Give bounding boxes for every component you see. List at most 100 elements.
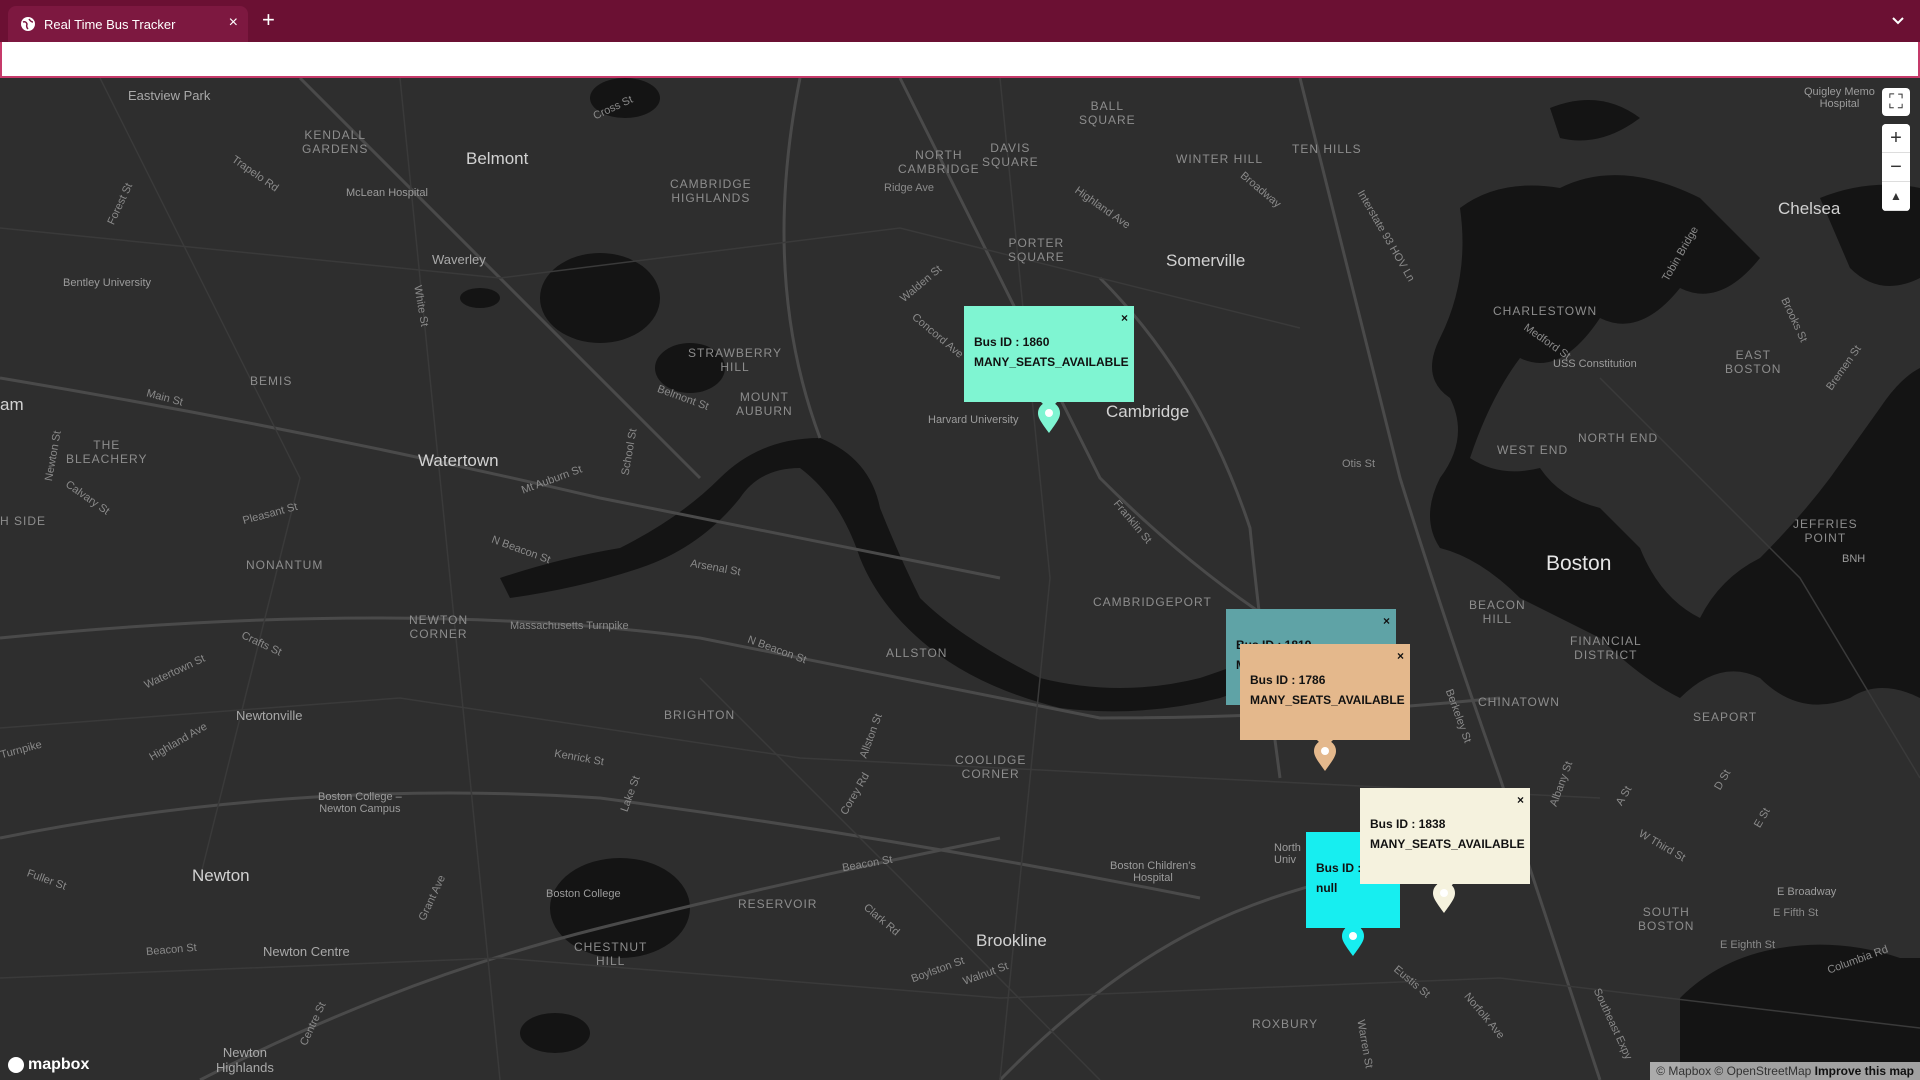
zoom-out-button[interactable]: − — [1882, 153, 1910, 182]
popup-bus-id: Bus ID : 1838 — [1370, 817, 1446, 831]
map-controls: ⛶ + − ▲ — [1882, 88, 1910, 211]
mapbox-logo-text: mapbox — [28, 1056, 90, 1073]
browser-tab[interactable]: Real Time Bus Tracker × — [8, 6, 248, 42]
mapbox-logo[interactable]: mapbox — [8, 1056, 89, 1074]
map-label-winter-hill: WINTER HILL — [1176, 152, 1264, 166]
map-label-allston: ALLSTON — [886, 646, 948, 660]
map-label-coolidge-corner: COOLIDGE CORNER — [955, 753, 1027, 781]
map-label-boston-college: Boston College — [546, 888, 621, 900]
street-label-otis-st: Otis St — [1342, 458, 1376, 470]
bus-popup-1838: × Bus ID : 1838 MANY_SEATS_AVAILABLE — [1360, 788, 1530, 892]
map-label-kendall-gardens: KENDALL GARDENS — [302, 128, 369, 156]
bus-marker-icon[interactable] — [1037, 402, 1061, 434]
mapbox-logo-icon — [8, 1057, 24, 1073]
map-label-mclean-hospital: McLean Hospital — [346, 187, 428, 199]
map-label-boston: Boston — [1546, 552, 1612, 575]
popup-status: MANY_SEATS_AVAILABLE — [1370, 837, 1525, 851]
popup-status: MANY_SEATS_AVAILABLE — [1250, 693, 1405, 707]
tab-close-icon[interactable]: × — [229, 14, 238, 32]
fullscreen-button[interactable]: ⛶ — [1882, 88, 1910, 116]
map-label-beacon-hill: BEACON HILL — [1469, 598, 1526, 626]
map-label-newton-corner: NEWTON CORNER — [409, 613, 469, 641]
map-label-newton-highlands: Newton Highlands — [216, 1045, 274, 1075]
map-label-e-fifth-st: E Fifth St — [1773, 907, 1819, 919]
attribution-text: © Mapbox © OpenStreetMap — [1656, 1064, 1812, 1078]
map-label-the-bleachery: THE BLEACHERY — [66, 438, 148, 466]
map-view[interactable]: Eastview Park KENDALL GARDENS Belmont Mc… — [0, 78, 1920, 1080]
map-label-jeffries-point: JEFFRIES POINT — [1793, 517, 1858, 545]
map-label-financial-district: FINANCIAL DISTRICT — [1570, 634, 1642, 662]
map-label-cambridge-highlands: CAMBRIDGE HIGHLANDS — [670, 177, 752, 205]
map-label-watertown: Watertown — [418, 451, 499, 470]
map-label-seaport: SEAPORT — [1693, 710, 1758, 724]
map-label-north-end: NORTH END — [1578, 431, 1659, 445]
map-label-childrens-hospital: Boston Children's Hospital — [1110, 860, 1196, 884]
popup-bus-id: Bus ID : 1860 — [974, 335, 1050, 349]
map-label-davis-square: DAVIS SQUARE — [982, 141, 1039, 169]
map-label-charlestown: CHARLESTOWN — [1493, 304, 1598, 318]
map-label-eastview-park: Eastview Park — [128, 88, 211, 103]
map-label-waverley: Waverley — [432, 252, 486, 267]
improve-map-link[interactable]: Improve this map — [1815, 1064, 1914, 1078]
popup-close-icon[interactable]: × — [1517, 790, 1524, 810]
zoom-in-button[interactable]: + — [1882, 124, 1910, 153]
map-label-newtonville: Newtonville — [236, 708, 303, 723]
url-bar[interactable] — [0, 42, 1920, 78]
map-label-south-boston: SOUTH BOSTON — [1638, 905, 1695, 933]
map-label-porter-square: PORTER SQUARE — [1008, 236, 1065, 264]
map-label-brighton: BRIGHTON — [664, 708, 736, 722]
map-label-e-eighth-st: E Eighth St — [1720, 939, 1776, 951]
map-label-somerville: Somerville — [1166, 251, 1246, 270]
map-label-north-cambridge: NORTH CAMBRIDGE — [898, 148, 980, 176]
bus-marker-icon[interactable] — [1432, 882, 1456, 914]
map-label-bentley-university: Bentley University — [63, 277, 152, 289]
tab-title: Real Time Bus Tracker — [44, 17, 176, 32]
map-label-reservoir: RESERVOIR — [738, 897, 818, 911]
street-label-mass-turnpike: Massachusetts Turnpike — [510, 620, 629, 632]
map-label-west-end: WEST END — [1497, 443, 1569, 457]
chevron-down-icon[interactable] — [1890, 12, 1906, 28]
navigation-control: + − ▲ — [1882, 124, 1910, 211]
bus-marker-icon[interactable] — [1341, 925, 1365, 957]
map-label-roxbury: ROXBURY — [1252, 1017, 1319, 1031]
popup-close-icon[interactable]: × — [1383, 611, 1390, 631]
map-label-quigley-hospital: Quigley Memo Hospital — [1804, 86, 1875, 110]
popup-bus-id: Bus ID : 1786 — [1250, 673, 1326, 687]
map-label-bemis: BEMIS — [250, 374, 293, 388]
map-label-cambridge: Cambridge — [1106, 402, 1190, 421]
bus-popup-1860: × Bus ID : 1860 MANY_SEATS_AVAILABLE — [964, 306, 1134, 410]
map-label-east-boston: EAST BOSTON — [1725, 348, 1782, 376]
map-label-newton: Newton — [192, 866, 250, 885]
map-label-chelsea: Chelsea — [1778, 199, 1841, 218]
map-label-ham: am — [0, 395, 24, 414]
map-label-e-broadway: E Broadway — [1777, 886, 1837, 898]
map-label-ten-hills: TEN HILLS — [1292, 142, 1362, 156]
map-label-harvard-university: Harvard University — [928, 414, 1019, 426]
street-label-ridge-ave: Ridge Ave — [884, 182, 934, 194]
map-label-newton-centre: Newton Centre — [263, 944, 350, 959]
bus-marker-icon[interactable] — [1313, 740, 1337, 772]
map-label-nonantum: NONANTUM — [246, 558, 324, 572]
map-label-chestnut-hill: CHESTNUT HILL — [574, 940, 648, 968]
map-label-brookline: Brookline — [976, 931, 1047, 950]
map-label-north-univ: North Univ — [1274, 842, 1301, 866]
map-label-bc-newton-campus: Boston College – Newton Campus — [318, 791, 402, 815]
compass-icon[interactable]: ▲ — [1882, 182, 1910, 211]
map-base-layer — [0, 78, 1920, 1080]
popup-close-icon[interactable]: × — [1121, 308, 1128, 328]
bus-popup-1786: × Bus ID : 1786 MANY_SEATS_AVAILABLE — [1240, 644, 1410, 748]
popup-close-icon[interactable]: × — [1397, 646, 1404, 666]
map-label-ball-square: BALL SQUARE — [1079, 99, 1136, 127]
map-label-bnh: BNH — [1842, 553, 1866, 565]
map-label-strawberry-hill: STRAWBERRY HILL — [688, 346, 783, 374]
map-attribution: © Mapbox © OpenStreetMap Improve this ma… — [1650, 1062, 1920, 1080]
browser-tab-bar: Real Time Bus Tracker × + — [0, 0, 1920, 42]
map-label-cambridgeport: CAMBRIDGEPORT — [1093, 595, 1212, 609]
map-label-mount-auburn: MOUNT AUBURN — [736, 390, 793, 418]
map-label-belmont: Belmont — [466, 149, 529, 168]
map-label-chinatown: CHINATOWN — [1478, 695, 1560, 709]
map-label-h-side: H SIDE — [0, 514, 47, 528]
new-tab-button[interactable]: + — [262, 9, 275, 31]
popup-status: MANY_SEATS_AVAILABLE — [974, 355, 1129, 369]
globe-icon — [21, 17, 35, 31]
